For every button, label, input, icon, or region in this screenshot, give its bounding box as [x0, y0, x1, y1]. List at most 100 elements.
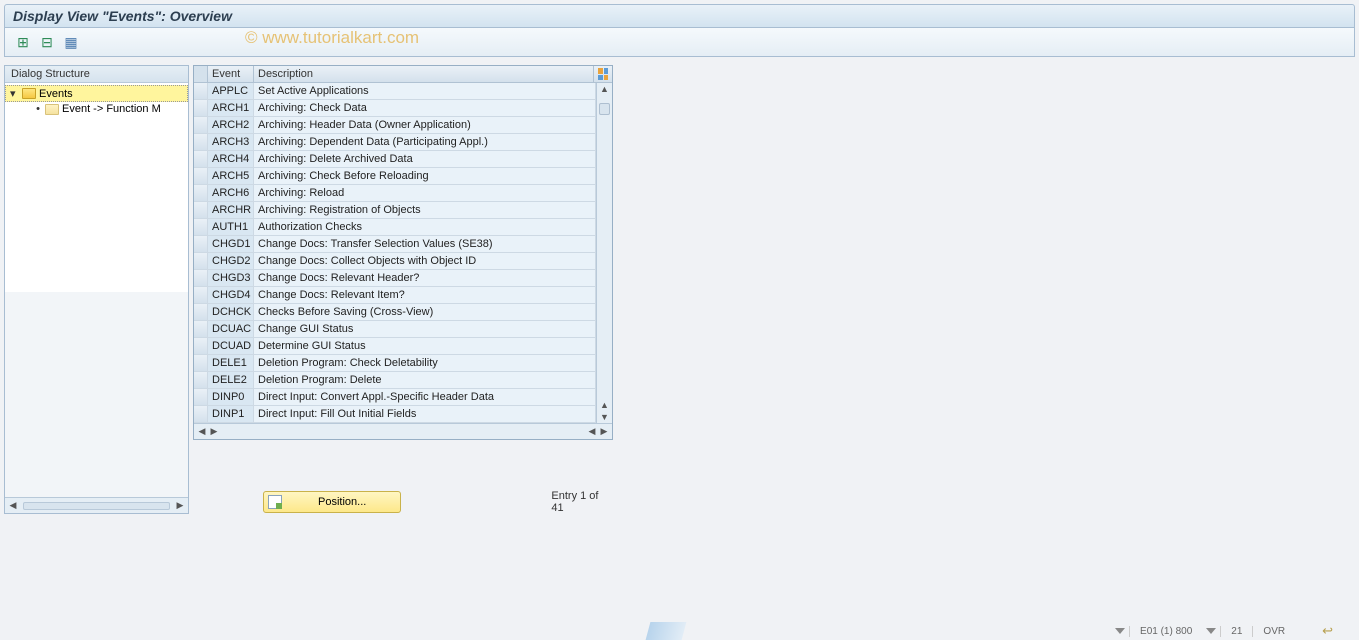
cell-event: ARCH5 — [208, 168, 254, 184]
table-row[interactable]: CHGD3Change Docs: Relevant Header? — [194, 270, 596, 287]
row-selector[interactable] — [194, 151, 208, 167]
table-row[interactable]: CHGD2Change Docs: Collect Objects with O… — [194, 253, 596, 270]
row-selector[interactable] — [194, 304, 208, 320]
status-triangle-icon[interactable] — [1115, 628, 1125, 634]
row-selector[interactable] — [194, 287, 208, 303]
scroll-down-icon[interactable]: ▼ — [597, 411, 612, 423]
table-row[interactable]: DCHCKChecks Before Saving (Cross-View) — [194, 304, 596, 321]
table-row[interactable]: ARCH5Archiving: Check Before Reloading — [194, 168, 596, 185]
column-header-event[interactable]: Event — [208, 66, 254, 82]
cell-description: Change Docs: Transfer Selection Values (… — [254, 236, 596, 252]
cell-description: Archiving: Delete Archived Data — [254, 151, 596, 167]
position-icon — [268, 495, 282, 509]
cell-description: Set Active Applications — [254, 83, 596, 99]
row-selector[interactable] — [194, 134, 208, 150]
scroll-track[interactable] — [597, 95, 612, 399]
cell-event: CHGD4 — [208, 287, 254, 303]
row-selector[interactable] — [194, 321, 208, 337]
cell-description: Archiving: Header Data (Owner Applicatio… — [254, 117, 596, 133]
scroll-left-icon[interactable]: ◀ — [7, 500, 19, 512]
cell-event: DINP0 — [208, 389, 254, 405]
cell-event: DCHCK — [208, 304, 254, 320]
table-row[interactable]: DINP0Direct Input: Convert Appl.-Specifi… — [194, 389, 596, 406]
position-button[interactable]: Position... — [263, 491, 401, 513]
status-dropdown-icon[interactable] — [1206, 628, 1216, 634]
row-selector[interactable] — [194, 185, 208, 201]
cell-description: Deletion Program: Check Deletability — [254, 355, 596, 371]
dialog-structure-panel: Dialog Structure ▾ Events • Event -> Fun… — [4, 65, 189, 514]
table-row[interactable]: ARCH2Archiving: Header Data (Owner Appli… — [194, 117, 596, 134]
cell-description: Authorization Checks — [254, 219, 596, 235]
scroll-thumb[interactable] — [599, 103, 610, 115]
table-row[interactable]: DINP1Direct Input: Fill Out Initial Fiel… — [194, 406, 596, 423]
row-selector[interactable] — [194, 355, 208, 371]
row-selector[interactable] — [194, 372, 208, 388]
scroll-right-icon[interactable]: ▶ — [174, 500, 186, 512]
table-row[interactable]: ARCH1Archiving: Check Data — [194, 100, 596, 117]
table-row[interactable]: DELE1Deletion Program: Check Deletabilit… — [194, 355, 596, 372]
print-button[interactable]: ▦ — [61, 32, 81, 52]
grid-horizontal-scrollbar[interactable]: ◀ ▶ ◀ ▶ — [194, 423, 612, 439]
scroll-up-small-icon[interactable]: ▲ — [597, 399, 612, 411]
row-selector[interactable] — [194, 219, 208, 235]
table-row[interactable]: DCUACChange GUI Status — [194, 321, 596, 338]
table-row[interactable]: AUTH1Authorization Checks — [194, 219, 596, 236]
folder-open-icon — [22, 88, 36, 99]
status-back-icon[interactable]: ↩ — [1316, 623, 1339, 639]
table-row[interactable]: CHGD4Change Docs: Relevant Item? — [194, 287, 596, 304]
expand-all-button[interactable]: ⊞ — [13, 32, 33, 52]
status-mode: OVR — [1252, 626, 1295, 637]
scroll-up-icon[interactable]: ▲ — [597, 83, 612, 95]
scroll-left-icon[interactable]: ◀ — [196, 426, 208, 438]
table-row[interactable]: CHGD1Change Docs: Transfer Selection Val… — [194, 236, 596, 253]
table-row[interactable]: ARCH4Archiving: Delete Archived Data — [194, 151, 596, 168]
column-header-description[interactable]: Description — [254, 66, 594, 82]
cell-description: Archiving: Reload — [254, 185, 596, 201]
cell-event: DELE2 — [208, 372, 254, 388]
row-selector[interactable] — [194, 253, 208, 269]
collapse-all-button[interactable]: ⊟ — [37, 32, 57, 52]
configure-columns-button[interactable] — [594, 66, 612, 82]
cell-description: Change Docs: Relevant Item? — [254, 287, 596, 303]
row-selector[interactable] — [194, 270, 208, 286]
row-selector[interactable] — [194, 83, 208, 99]
cell-event: APPLC — [208, 83, 254, 99]
expand-toggle-icon[interactable]: ▾ — [10, 87, 20, 100]
tree-node-event-function[interactable]: • Event -> Function M — [5, 102, 188, 116]
table-row[interactable]: DELE2Deletion Program: Delete — [194, 372, 596, 389]
application-toolbar: ⊞ ⊟ ▦ © www.tutorialkart.com — [4, 28, 1355, 57]
expand-icon: ⊞ — [17, 34, 29, 51]
cell-event: ARCH4 — [208, 151, 254, 167]
table-row[interactable]: ARCH6Archiving: Reload — [194, 185, 596, 202]
vertical-scrollbar[interactable]: ▲ ▲ ▼ — [596, 83, 612, 423]
cell-event: DINP1 — [208, 406, 254, 422]
cell-description: Archiving: Registration of Objects — [254, 202, 596, 218]
tree-body: ▾ Events • Event -> Function M — [5, 83, 188, 292]
tree-node-events[interactable]: ▾ Events — [5, 85, 188, 102]
row-selector[interactable] — [194, 338, 208, 354]
status-bar: E01 (1) 800 21 OVR ↩ — [1111, 622, 1359, 640]
table-row[interactable]: ARCH3Archiving: Dependent Data (Particip… — [194, 134, 596, 151]
row-selector[interactable] — [194, 202, 208, 218]
cell-description: Deletion Program: Delete — [254, 372, 596, 388]
row-selector[interactable] — [194, 168, 208, 184]
table-row[interactable]: ARCHRArchiving: Registration of Objects — [194, 202, 596, 219]
row-selector[interactable] — [194, 389, 208, 405]
scroll-thumb[interactable] — [23, 502, 170, 510]
cell-event: ARCH1 — [208, 100, 254, 116]
page-title: Display View "Events": Overview — [13, 8, 232, 24]
table-row[interactable]: APPLCSet Active Applications — [194, 83, 596, 100]
table-row[interactable]: DCUADDetermine GUI Status — [194, 338, 596, 355]
collapse-icon: ⊟ — [41, 34, 53, 51]
cell-event: CHGD1 — [208, 236, 254, 252]
scroll-right-icon[interactable]: ▶ — [208, 426, 220, 438]
tree-horizontal-scrollbar[interactable]: ◀ ▶ — [5, 497, 188, 513]
row-selector[interactable] — [194, 117, 208, 133]
row-selector[interactable] — [194, 100, 208, 116]
scroll-right-icon[interactable]: ▶ — [598, 426, 610, 438]
row-selector[interactable] — [194, 406, 208, 422]
scroll-left-icon[interactable]: ◀ — [586, 426, 598, 438]
select-all-header[interactable] — [194, 66, 208, 82]
cell-event: ARCH6 — [208, 185, 254, 201]
row-selector[interactable] — [194, 236, 208, 252]
